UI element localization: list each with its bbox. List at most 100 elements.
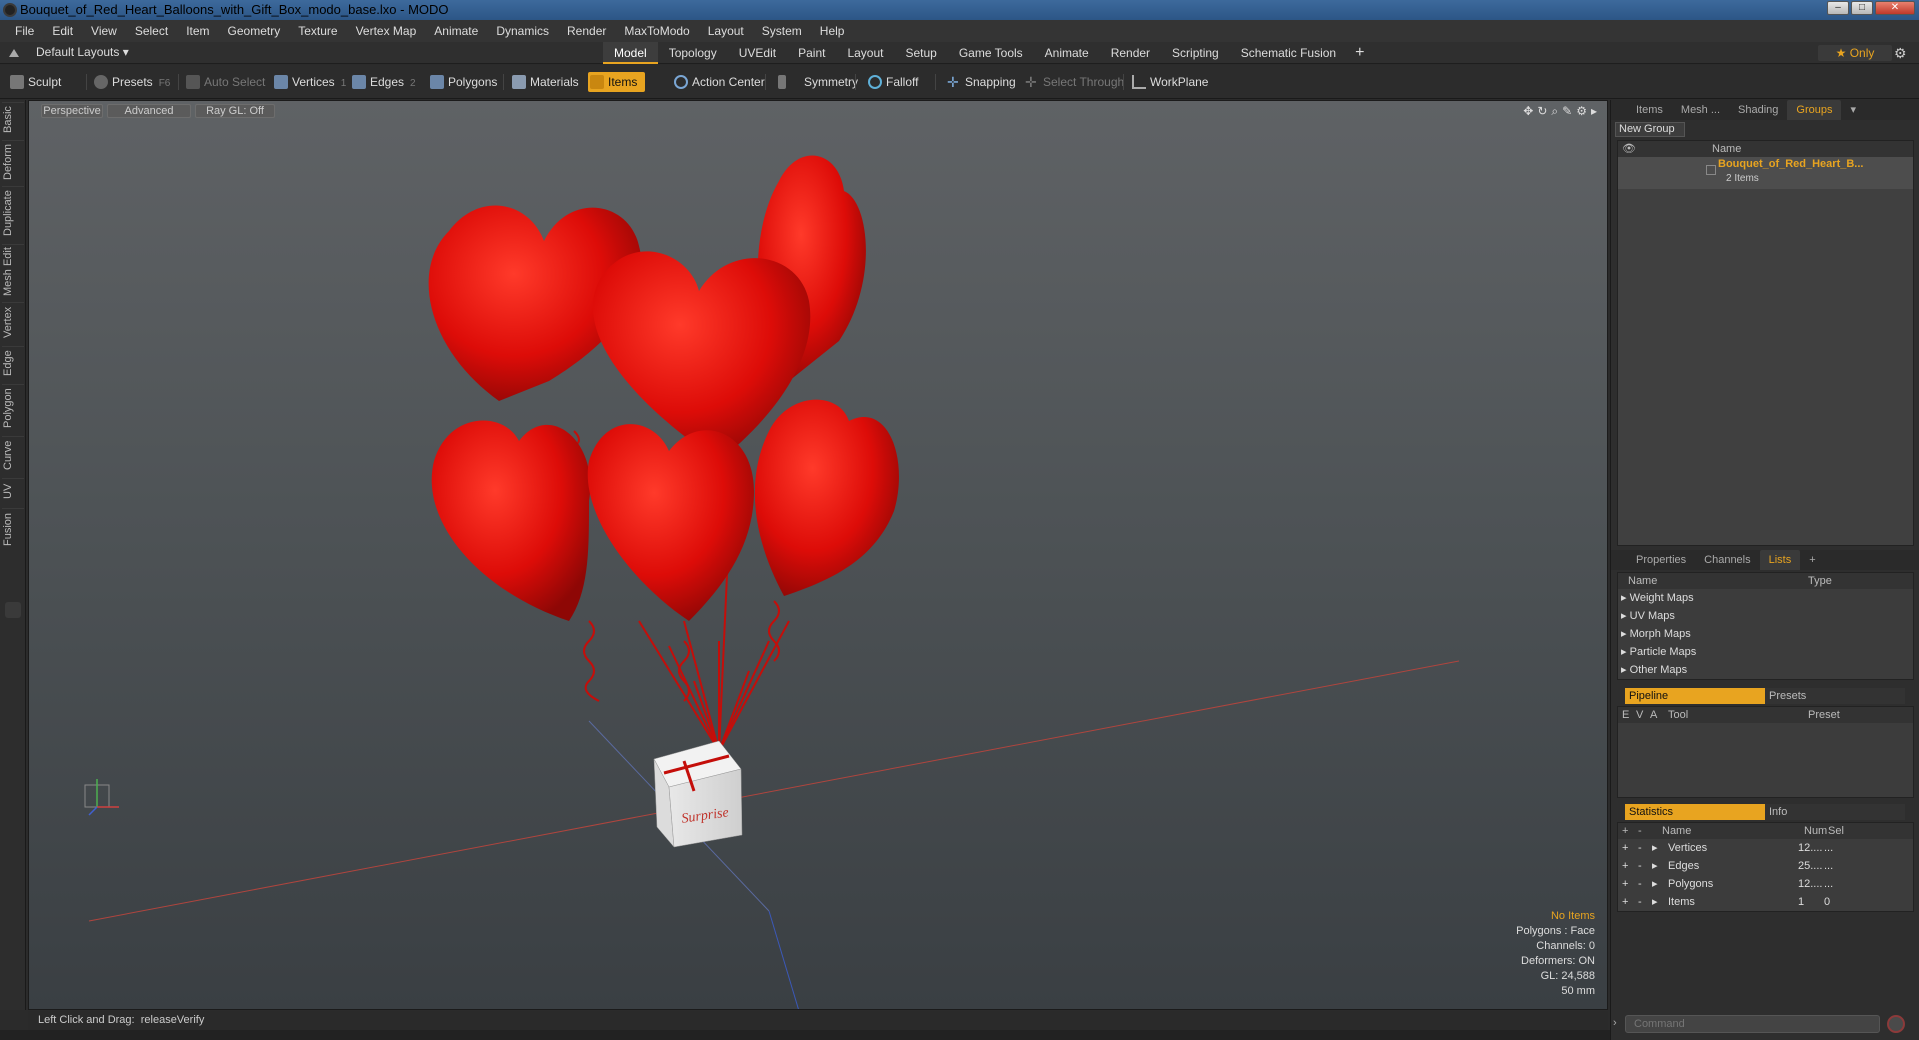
tab-topology[interactable]: Topology: [658, 42, 728, 64]
scene-render[interactable]: Surprise: [29, 101, 1608, 1010]
tab-fusion[interactable]: Fusion: [2, 508, 24, 550]
polygons-button[interactable]: Polygons: [428, 72, 497, 92]
edges-button[interactable]: Edges 2: [350, 72, 416, 92]
layout-dropdown[interactable]: Default Layouts ▾: [36, 45, 129, 59]
table-row[interactable]: + - ▸ Polygons 12.... ...: [1618, 875, 1913, 893]
menu-vertex-map[interactable]: Vertex Map: [347, 24, 426, 38]
maximize-button[interactable]: □: [1851, 1, 1873, 15]
add-panel-tab-button[interactable]: +: [1800, 550, 1824, 570]
falloff-button[interactable]: Falloff: [866, 72, 918, 92]
menu-texture[interactable]: Texture: [289, 24, 346, 38]
list-item[interactable]: ▸ UV Maps: [1618, 607, 1913, 625]
only-toggle[interactable]: ★ Only: [1818, 45, 1892, 61]
menu-render[interactable]: Render: [558, 24, 615, 38]
tab-scripting[interactable]: Scripting: [1161, 42, 1230, 64]
expand-icon[interactable]: ▸: [1652, 857, 1658, 875]
rotate-view-icon[interactable]: ↻: [1537, 104, 1547, 119]
menu-file[interactable]: File: [6, 24, 43, 38]
tab-lists[interactable]: Lists: [1759, 550, 1801, 570]
tab-render[interactable]: Render: [1100, 42, 1161, 64]
layout-arrow-icon[interactable]: [9, 47, 19, 57]
command-run-button[interactable]: [1887, 1015, 1905, 1033]
add-icon[interactable]: +: [1622, 839, 1628, 857]
tab-vertex[interactable]: Vertex: [2, 302, 24, 342]
move-view-icon[interactable]: ✥: [1523, 104, 1533, 119]
tab-mesh-edit[interactable]: Mesh Edit: [2, 244, 24, 298]
action-center-button[interactable]: Action Center: [672, 72, 765, 92]
list-item[interactable]: ▸ Other Maps: [1618, 661, 1913, 679]
tab-game-tools[interactable]: Game Tools: [948, 42, 1034, 64]
zoom-view-icon[interactable]: ⌕: [1551, 104, 1558, 119]
raygl-button[interactable]: Ray GL: Off: [195, 104, 275, 118]
tab-uv[interactable]: UV: [2, 478, 24, 504]
viewport-expand-icon[interactable]: ▸: [1591, 104, 1597, 119]
expand-icon[interactable]: ▸: [1652, 893, 1658, 911]
panel-menu-icon[interactable]: ▾: [1841, 100, 1865, 120]
menu-dynamics[interactable]: Dynamics: [487, 24, 558, 38]
minus-icon[interactable]: -: [1638, 839, 1642, 857]
minus-icon[interactable]: -: [1638, 875, 1642, 893]
minimize-button[interactable]: –: [1827, 1, 1849, 15]
tab-presets[interactable]: Presets: [1765, 688, 1905, 704]
group-row[interactable]: Bouquet_of_Red_Heart_B... 2 Items: [1618, 157, 1913, 189]
add-tab-button[interactable]: +: [1347, 42, 1372, 64]
command-input[interactable]: [1625, 1015, 1880, 1033]
vertices-button[interactable]: Vertices 1: [272, 72, 346, 92]
tab-uvedit[interactable]: UVEdit: [728, 42, 787, 64]
menu-geometry[interactable]: Geometry: [219, 24, 290, 38]
new-group-button[interactable]: New Group: [1615, 122, 1685, 137]
tab-groups[interactable]: Groups: [1787, 100, 1842, 120]
tab-deform[interactable]: Deform: [2, 140, 24, 182]
menu-help[interactable]: Help: [811, 24, 854, 38]
add-icon[interactable]: +: [1622, 893, 1628, 911]
tab-info[interactable]: Info: [1765, 804, 1905, 820]
tab-layout[interactable]: Layout: [836, 42, 894, 64]
close-button[interactable]: ✕: [1875, 1, 1915, 15]
list-item[interactable]: ▸ Weight Maps: [1618, 589, 1913, 607]
menu-view[interactable]: View: [82, 24, 126, 38]
workplane-button[interactable]: WorkPlane: [1130, 72, 1208, 92]
list-item[interactable]: ▸ Particle Maps: [1618, 643, 1913, 661]
items-button[interactable]: Items: [588, 72, 646, 92]
symmetry-button[interactable]: Symmetry: [776, 72, 858, 92]
menu-maxtomodo[interactable]: MaxToModo: [615, 24, 698, 38]
expand-icon[interactable]: ▸: [1652, 839, 1658, 857]
tab-mesh[interactable]: Mesh ...: [1672, 100, 1729, 120]
menu-animate[interactable]: Animate: [425, 24, 487, 38]
view-mode-button[interactable]: Perspective: [41, 104, 103, 118]
menu-layout[interactable]: Layout: [699, 24, 753, 38]
tab-animate[interactable]: Animate: [1034, 42, 1100, 64]
tab-shading[interactable]: Shading: [1729, 100, 1787, 120]
tab-setup[interactable]: Setup: [894, 42, 947, 64]
auto-select-button[interactable]: Auto Select: [184, 72, 265, 92]
tab-basic[interactable]: Basic: [2, 102, 24, 136]
tab-paint[interactable]: Paint: [787, 42, 836, 64]
materials-button[interactable]: Materials: [510, 72, 579, 92]
tab-items[interactable]: Items: [1627, 100, 1672, 120]
tab-model[interactable]: Model: [603, 42, 658, 64]
table-row[interactable]: + - ▸ Items 1 0: [1618, 893, 1913, 911]
add-icon[interactable]: +: [1622, 875, 1628, 893]
presets-button[interactable]: Presets F6: [92, 72, 170, 92]
table-row[interactable]: + - ▸ Vertices 12.... ...: [1618, 839, 1913, 857]
tab-curve[interactable]: Curve: [2, 436, 24, 474]
tab-schematic-fusion[interactable]: Schematic Fusion: [1230, 42, 1347, 64]
menu-edit[interactable]: Edit: [43, 24, 82, 38]
3d-viewport[interactable]: Surprise Perspective Advanced Ray GL: Of…: [28, 100, 1608, 1010]
sculpt-button[interactable]: Sculpt: [8, 72, 61, 92]
table-row[interactable]: + - ▸ Edges 25.... ...: [1618, 857, 1913, 875]
list-item[interactable]: ▸ Morph Maps: [1618, 625, 1913, 643]
minus-icon[interactable]: -: [1638, 893, 1642, 911]
minus-icon[interactable]: -: [1638, 857, 1642, 875]
tab-statistics[interactable]: Statistics: [1625, 804, 1765, 820]
tab-channels[interactable]: Channels: [1695, 550, 1759, 570]
menu-item[interactable]: Item: [177, 24, 218, 38]
select-through-button[interactable]: ✛ Select Through: [1023, 72, 1124, 92]
add-icon[interactable]: +: [1622, 857, 1628, 875]
toolbox-toggle-button[interactable]: [5, 602, 21, 618]
menu-select[interactable]: Select: [126, 24, 177, 38]
expand-icon[interactable]: ▸: [1652, 875, 1658, 893]
gear-icon[interactable]: ⚙: [1894, 45, 1907, 62]
snapping-button[interactable]: ✛ Snapping: [945, 72, 1016, 92]
tab-edge[interactable]: Edge: [2, 346, 24, 380]
